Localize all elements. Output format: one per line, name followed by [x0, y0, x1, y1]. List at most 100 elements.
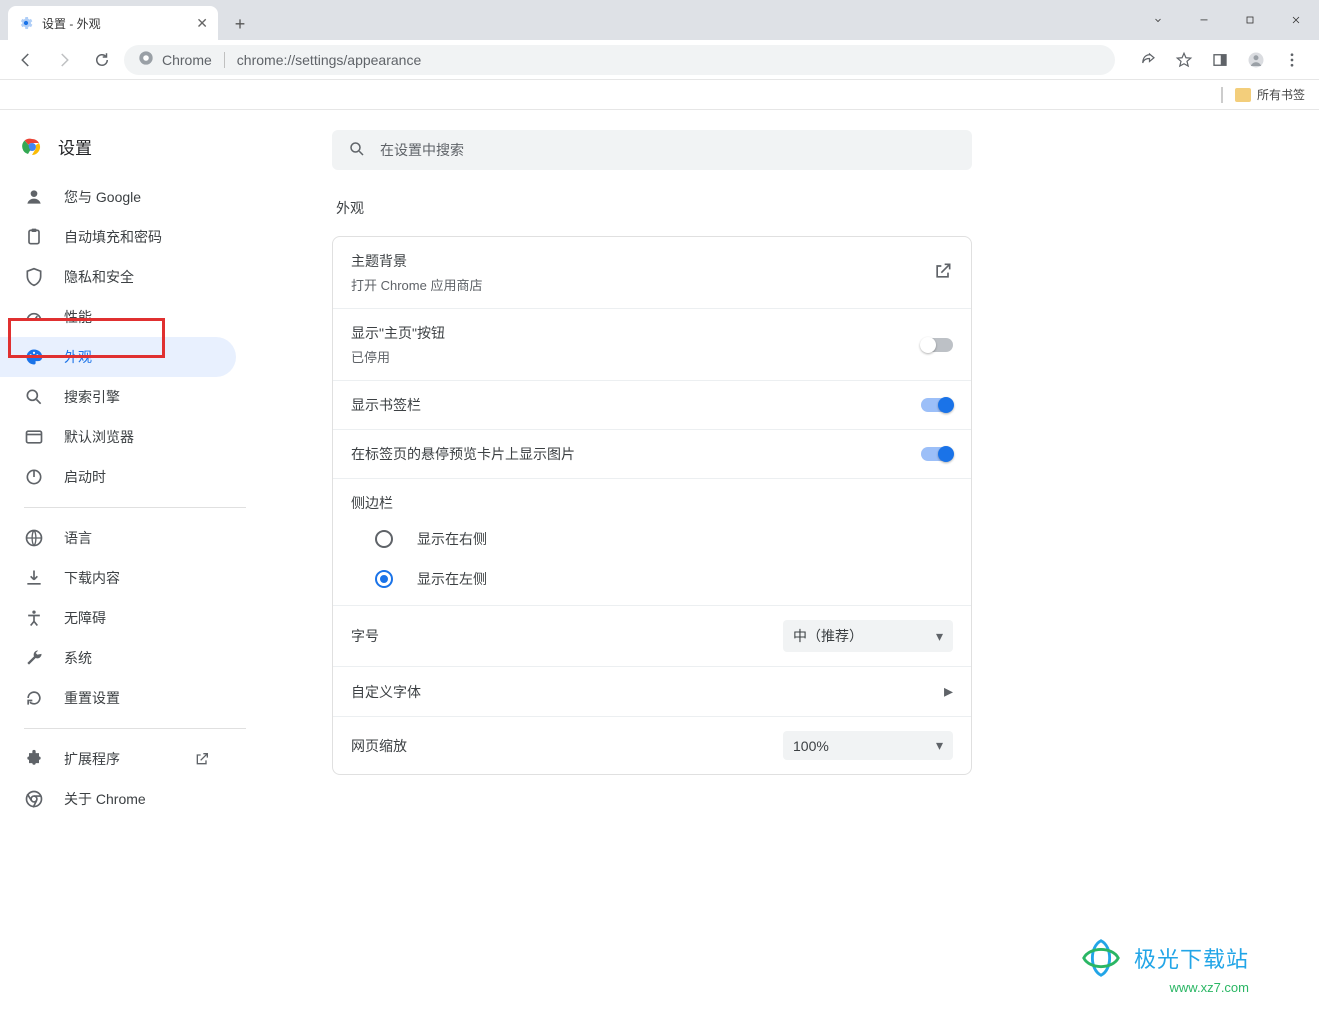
- sidebar-item-label: 重置设置: [64, 688, 120, 708]
- sidebar-item-label: 关于 Chrome: [64, 789, 146, 809]
- watermark: 极光下载站 www.xz7.com: [1078, 935, 1249, 981]
- watermark-url: www.xz7.com: [1170, 980, 1249, 995]
- toggle-home-button[interactable]: [921, 338, 953, 352]
- all-bookmarks-link[interactable]: 所有书签: [1257, 86, 1305, 103]
- sidebar-item-label: 语言: [64, 528, 92, 548]
- row-page-zoom: 网页缩放 100% ▾: [333, 717, 971, 774]
- star-icon[interactable]: [1167, 44, 1201, 76]
- sidebar-item-downloads[interactable]: 下载内容: [0, 558, 236, 598]
- close-icon[interactable]: ✕: [196, 15, 208, 32]
- chrome-outline-icon: [24, 789, 44, 809]
- sidebar-item-you-and-google[interactable]: 您与 Google: [0, 177, 236, 217]
- external-link-icon: [192, 749, 212, 769]
- radio-icon: [375, 530, 393, 548]
- share-icon[interactable]: [1131, 44, 1165, 76]
- sidebar-item-search[interactable]: 搜索引擎: [0, 377, 236, 417]
- row-label: 在标签页的悬停预览卡片上显示图片: [351, 444, 921, 464]
- row-theme[interactable]: 主题背景 打开 Chrome 应用商店: [333, 237, 971, 309]
- search-icon: [24, 387, 44, 407]
- row-sublabel: 打开 Chrome 应用商店: [351, 275, 933, 294]
- shield-icon: [24, 267, 44, 287]
- external-link-icon: [933, 261, 953, 284]
- back-button[interactable]: [10, 44, 42, 76]
- select-value: 100%: [793, 738, 829, 754]
- browser-icon: [24, 427, 44, 447]
- sidebar-item-privacy[interactable]: 隐私和安全: [0, 257, 236, 297]
- sidebar-item-label: 启动时: [64, 467, 106, 487]
- sidebar-item-label: 系统: [64, 648, 92, 668]
- page-zoom-select[interactable]: 100% ▾: [783, 731, 953, 760]
- sidebar-item-autofill[interactable]: 自动填充和密码: [0, 217, 236, 257]
- bookmarks-bar: 所有书签: [0, 80, 1319, 110]
- minimize-icon[interactable]: [1181, 0, 1227, 40]
- toggle-bookmarks-bar[interactable]: [921, 398, 953, 412]
- row-label: 显示书签栏: [351, 395, 921, 415]
- sidebar-item-reset[interactable]: 重置设置: [0, 678, 236, 718]
- palette-icon: [24, 347, 44, 367]
- sidebar-item-accessibility[interactable]: 无障碍: [0, 598, 236, 638]
- chrome-icon: [138, 50, 154, 69]
- sidepanel-icon[interactable]: [1203, 44, 1237, 76]
- row-label: 主题背景: [351, 251, 933, 271]
- clipboard-icon: [24, 227, 44, 247]
- settings-sidebar: 设置 您与 Google 自动填充和密码 隐私和安全 性能 外观 搜索引擎: [0, 110, 262, 1013]
- settings-title: 设置: [58, 134, 92, 159]
- divider: [24, 728, 246, 729]
- row-label: 网页缩放: [351, 736, 783, 756]
- row-font-size: 字号 中（推荐） ▾: [333, 606, 971, 667]
- row-home-button: 显示"主页"按钮 已停用: [333, 309, 971, 381]
- sidebar-item-label: 外观: [64, 347, 92, 367]
- sidebar-item-label: 默认浏览器: [64, 427, 134, 447]
- sidebar-item-about[interactable]: 关于 Chrome: [0, 779, 236, 819]
- chevron-down-icon[interactable]: [1135, 0, 1181, 40]
- newtab-button[interactable]: +: [226, 10, 254, 38]
- accessibility-icon: [24, 608, 44, 628]
- row-label: 显示"主页"按钮: [351, 323, 921, 343]
- watermark-text: 极光下载站: [1134, 942, 1249, 974]
- wrench-icon: [24, 648, 44, 668]
- toggle-hover-images[interactable]: [921, 447, 953, 461]
- omnibox[interactable]: Chrome chrome://settings/appearance: [124, 45, 1115, 75]
- browser-tab[interactable]: 设置 - 外观 ✕: [8, 6, 218, 40]
- select-value: 中（推荐）: [793, 626, 863, 646]
- sidebar-item-label: 自动填充和密码: [64, 227, 162, 247]
- sidebar-item-extensions[interactable]: 扩展程序: [0, 739, 236, 779]
- sidebar-item-appearance[interactable]: 外观: [0, 337, 236, 377]
- sidebar-item-system[interactable]: 系统: [0, 638, 236, 678]
- settings-search[interactable]: 在设置中搜索: [332, 130, 972, 170]
- font-size-select[interactable]: 中（推荐） ▾: [783, 620, 953, 652]
- radio-sidepanel-left[interactable]: 显示在左侧: [333, 559, 971, 605]
- sidebar-item-default-browser[interactable]: 默认浏览器: [0, 417, 236, 457]
- browser-toolbar: Chrome chrome://settings/appearance: [0, 40, 1319, 80]
- row-sublabel: 已停用: [351, 347, 921, 366]
- divider: [1221, 87, 1223, 103]
- sidebar-item-performance[interactable]: 性能: [0, 297, 236, 337]
- close-icon[interactable]: [1273, 0, 1319, 40]
- sidebar-item-label: 无障碍: [64, 608, 106, 628]
- chevron-down-icon: ▾: [936, 628, 943, 645]
- settings-content: 在设置中搜索 外观 主题背景 打开 Chrome 应用商店 显示"主页"按钮 已…: [262, 110, 1319, 1013]
- window-controls: [1135, 0, 1319, 40]
- profile-icon[interactable]: [1239, 44, 1273, 76]
- watermark-logo-icon: [1078, 935, 1124, 981]
- power-icon: [24, 467, 44, 487]
- divider: [24, 507, 246, 508]
- reload-button[interactable]: [86, 44, 118, 76]
- sidepanel-header: 侧边栏: [333, 479, 971, 519]
- row-show-bookmarks: 显示书签栏: [333, 381, 971, 430]
- sidebar-item-label: 隐私和安全: [64, 267, 134, 287]
- sidebar-item-startup[interactable]: 启动时: [0, 457, 236, 497]
- sidebar-item-languages[interactable]: 语言: [0, 518, 236, 558]
- radio-label: 显示在左侧: [417, 569, 487, 589]
- chevron-right-icon: ▸: [944, 681, 953, 702]
- sidebar-item-label: 扩展程序: [64, 749, 120, 769]
- tab-title: 设置 - 外观: [42, 15, 101, 32]
- maximize-icon[interactable]: [1227, 0, 1273, 40]
- sidebar-item-label: 搜索引擎: [64, 387, 120, 407]
- browser-titlebar: 设置 - 外观 ✕ +: [0, 0, 1319, 40]
- radio-sidepanel-right[interactable]: 显示在右侧: [333, 519, 971, 559]
- row-custom-fonts[interactable]: 自定义字体 ▸: [333, 667, 971, 717]
- forward-button[interactable]: [48, 44, 80, 76]
- menu-icon[interactable]: [1275, 44, 1309, 76]
- omnibox-url: chrome://settings/appearance: [237, 52, 421, 68]
